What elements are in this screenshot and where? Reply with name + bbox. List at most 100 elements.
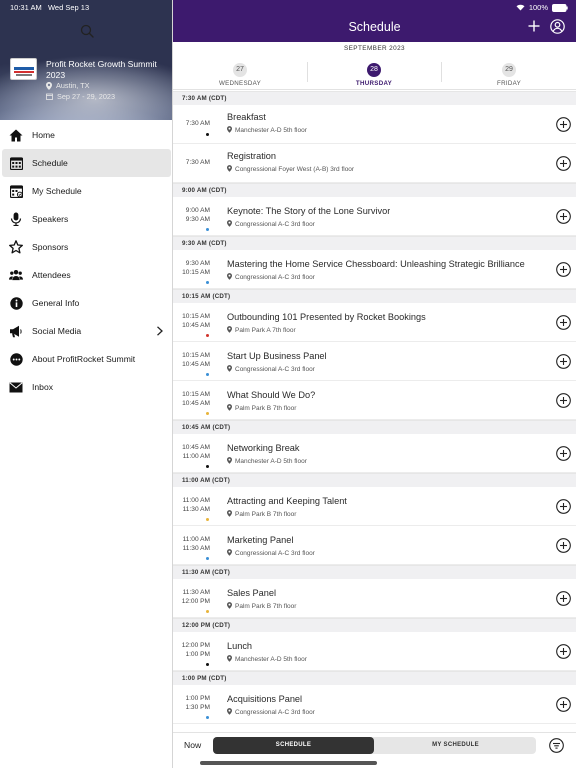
event-dates: Sep 27 - 29, 2023 xyxy=(46,92,115,101)
profile-icon[interactable] xyxy=(550,19,565,34)
location-pin-icon xyxy=(46,81,52,90)
search-icon[interactable] xyxy=(80,24,94,38)
add-to-schedule-icon[interactable] xyxy=(556,262,571,277)
session-end-time: 1:00 PM xyxy=(185,650,210,658)
microphone-icon xyxy=(9,212,23,226)
location-pin-icon xyxy=(227,326,232,335)
home-icon xyxy=(9,128,23,142)
people-icon xyxy=(9,268,23,282)
day-tab-wednesday[interactable]: 27 WEDNESDAY xyxy=(173,58,307,88)
sidebar-item-inbox[interactable]: Inbox xyxy=(0,373,172,401)
calendar-icon xyxy=(46,93,53,100)
day-number: 27 xyxy=(233,63,247,77)
sidebar-item-label: Schedule xyxy=(32,158,68,168)
location-pin-icon xyxy=(227,602,232,611)
time-slot-header: 11:30 AM (CDT) xyxy=(173,565,576,579)
add-to-schedule-icon[interactable] xyxy=(556,538,571,553)
megaphone-icon xyxy=(9,324,23,338)
session-title: Keynote: The Story of the Lone Survivor xyxy=(227,206,391,216)
chevron-right-icon xyxy=(157,326,163,336)
day-tab-thursday[interactable]: 28 THURSDAY xyxy=(307,58,441,88)
day-name: WEDNESDAY xyxy=(218,80,262,87)
session-row[interactable]: 9:00 AM 9:30 AM Keynote: The Story of the … xyxy=(173,197,576,236)
session-room-text: Congressional A-C 3rd floor xyxy=(235,221,315,228)
add-to-schedule-icon[interactable] xyxy=(556,697,571,712)
session-row[interactable]: 10:15 AM 10:45 AM Start Up Business Panel C… xyxy=(173,342,576,381)
session-end-time: 1:30 PM xyxy=(185,703,210,711)
session-row[interactable]: 10:45 AM 11:00 AM Networking Break Manchest… xyxy=(173,434,576,473)
time-slot-header: 11:00 AM (CDT) xyxy=(173,473,576,487)
sidebar: 10:31 AM Wed Sep 13 Profit Rocket Growth… xyxy=(0,0,173,768)
event-logo xyxy=(10,58,37,80)
add-to-schedule-icon[interactable] xyxy=(556,354,571,369)
session-room-text: Manchester A-D 5th floor xyxy=(235,656,307,663)
session-row[interactable]: 1:00 PM 1:30 PM Acquisitions Panel Congress… xyxy=(173,685,576,724)
session-row[interactable]: 7:30 AM Breakfast Manchester A-D 5th floor xyxy=(173,105,576,144)
session-room: Congressional A-C 3rd floor xyxy=(227,273,315,282)
session-row[interactable]: 9:30 AM 10:15 AM Mastering the Home Servic… xyxy=(173,250,576,289)
session-title: Lunch xyxy=(227,641,253,651)
tab-my-schedule[interactable]: MY SCHEDULE xyxy=(375,737,536,754)
tab-schedule[interactable]: SCHEDULE xyxy=(213,737,374,754)
track-color-dot xyxy=(206,412,209,415)
session-room: Congressional A-C 3rd floor xyxy=(227,549,315,558)
sidebar-item-label: General Info xyxy=(32,298,80,308)
day-number: 28 xyxy=(367,63,381,77)
sidebar-item-attendees[interactable]: Attendees xyxy=(0,261,172,289)
add-to-schedule-icon[interactable] xyxy=(556,499,571,514)
event-location-text: Austin, TX xyxy=(56,81,90,90)
day-tab-friday[interactable]: 29 FRIDAY xyxy=(442,58,576,88)
session-row[interactable]: 11:30 AM 12:00 PM Sales Panel Palm Park B 7… xyxy=(173,579,576,618)
session-room-text: Palm Park B 7th floor xyxy=(235,405,297,412)
filter-icon[interactable] xyxy=(549,738,564,753)
session-row[interactable]: 10:15 AM 10:45 AM What Should We Do? Palm P… xyxy=(173,381,576,420)
sidebar-item-home[interactable]: Home xyxy=(0,121,172,149)
session-row[interactable]: 11:00 AM 11:30 AM Marketing Panel Congressi… xyxy=(173,526,576,565)
location-pin-icon xyxy=(227,404,232,413)
session-room-text: Palm Park B 7th floor xyxy=(235,603,297,610)
calendar-grid-icon xyxy=(9,156,23,170)
event-name: Profit Rocket Growth Summit 2023 xyxy=(46,59,157,80)
session-end-time: 11:30 AM xyxy=(182,544,210,552)
session-row[interactable]: 7:30 AM Registration Congressional Foyer W… xyxy=(173,144,576,183)
add-to-schedule-icon[interactable] xyxy=(556,591,571,606)
add-to-schedule-icon[interactable] xyxy=(556,156,571,171)
session-end-time: 9:30 AM xyxy=(185,215,210,223)
add-icon[interactable] xyxy=(527,19,541,33)
session-time: 10:45 AM 11:00 AM xyxy=(173,444,210,461)
track-color-dot xyxy=(206,281,209,284)
session-room-text: Congressional A-C 3rd floor xyxy=(235,550,315,557)
location-pin-icon xyxy=(227,549,232,558)
session-title: Networking Break xyxy=(227,443,300,453)
add-to-schedule-icon[interactable] xyxy=(556,644,571,659)
add-to-schedule-icon[interactable] xyxy=(556,315,571,330)
day-name: THURSDAY xyxy=(355,80,393,87)
sidebar-item-speakers[interactable]: Speakers xyxy=(0,205,172,233)
sidebar-item-my-schedule[interactable]: My Schedule xyxy=(0,177,172,205)
location-pin-icon xyxy=(227,273,232,282)
sidebar-item-general-info[interactable]: General Info xyxy=(0,289,172,317)
add-to-schedule-icon[interactable] xyxy=(556,446,571,461)
session-start-time: 7:30 AM xyxy=(185,120,210,127)
add-to-schedule-icon[interactable] xyxy=(556,209,571,224)
sidebar-item-label: Inbox xyxy=(32,382,54,392)
now-button[interactable]: Now xyxy=(184,740,201,750)
sidebar-item-social-media[interactable]: Social Media xyxy=(0,317,172,345)
add-to-schedule-icon[interactable] xyxy=(556,393,571,408)
session-room-text: Congressional A-C 3rd floor xyxy=(235,366,315,373)
session-title: Mastering the Home Service Chessboard: U… xyxy=(227,259,525,269)
session-row[interactable]: 12:00 PM 1:00 PM Lunch Manchester A-D 5th f… xyxy=(173,632,576,671)
session-title: Start Up Business Panel xyxy=(227,351,327,361)
sidebar-item-about[interactable]: About ProfitRocket Summit xyxy=(0,345,172,373)
add-to-schedule-icon[interactable] xyxy=(556,117,571,132)
session-row[interactable]: 11:00 AM 11:30 AM Attracting and Keeping T… xyxy=(173,487,576,526)
sidebar-item-schedule[interactable]: Schedule xyxy=(2,149,171,177)
sidebar-item-label: Social Media xyxy=(32,326,82,336)
session-room: Palm Park B 7th floor xyxy=(227,602,296,611)
session-row[interactable]: 10:15 AM 10:45 AM Outbounding 101 Presente… xyxy=(173,303,576,342)
sidebar-item-sponsors[interactable]: Sponsors xyxy=(0,233,172,261)
time-slot-header: 9:30 AM (CDT) xyxy=(173,236,576,250)
schedule-list: 7:30 AM (CDT) 7:30 AM Breakfast Manchester … xyxy=(173,91,576,732)
session-time: 9:30 AM 10:15 AM xyxy=(173,260,210,277)
location-pin-icon xyxy=(227,457,232,466)
